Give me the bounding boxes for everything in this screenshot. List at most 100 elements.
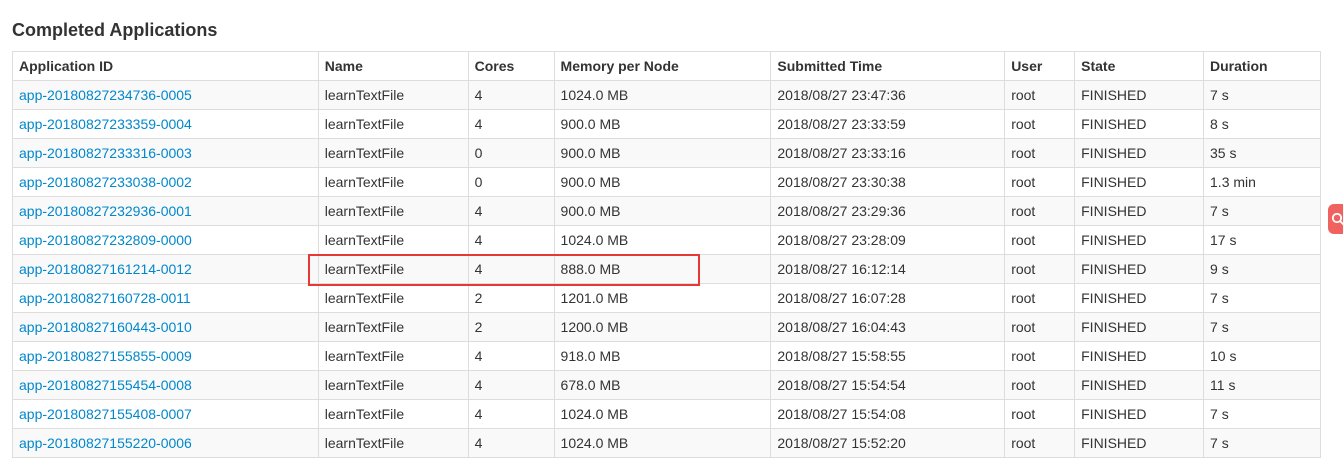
cell-memory: 1200.0 MB	[553, 312, 772, 342]
cell-duration: 7 s	[1203, 428, 1321, 458]
cell-duration: 8 s	[1203, 109, 1321, 139]
cell-duration: 10 s	[1203, 341, 1321, 371]
cell-memory: 900.0 MB	[553, 167, 772, 197]
cell-submitted-time: 2018/08/27 16:04:43	[770, 312, 1006, 342]
cell-name: learnTextFile	[317, 312, 469, 342]
cell-submitted-time: 2018/08/27 23:29:36	[770, 196, 1006, 226]
cell-app-id: app-20180827233316-0003	[12, 138, 319, 168]
cell-memory: 1024.0 MB	[553, 428, 772, 458]
cell-cores: 4	[467, 428, 555, 458]
cell-submitted-time: 2018/08/27 23:33:59	[770, 109, 1006, 139]
side-search-widget[interactable]	[1328, 204, 1343, 234]
completed-applications-table: Application ID Name Cores Memory per Nod…	[12, 51, 1321, 458]
cell-memory: 900.0 MB	[553, 109, 772, 139]
cell-user: root	[1004, 196, 1076, 226]
cell-state: FINISHED	[1074, 109, 1205, 139]
cell-name: learnTextFile	[317, 196, 469, 226]
cell-duration: 11 s	[1203, 370, 1321, 400]
cell-memory: 900.0 MB	[553, 196, 772, 226]
cell-duration: 7 s	[1203, 196, 1321, 226]
cell-submitted-time: 2018/08/27 15:52:20	[770, 428, 1006, 458]
cell-memory: 918.0 MB	[553, 341, 772, 371]
application-id-link[interactable]: app-20180827155220-0006	[19, 435, 192, 451]
cell-duration: 7 s	[1203, 399, 1321, 429]
cell-submitted-time: 2018/08/27 23:47:36	[770, 80, 1006, 110]
cell-state: FINISHED	[1074, 225, 1205, 255]
cell-memory: 1201.0 MB	[553, 283, 772, 313]
application-id-link[interactable]: app-20180827155454-0008	[19, 377, 192, 393]
application-id-link[interactable]: app-20180827232809-0000	[19, 232, 192, 248]
cell-state: FINISHED	[1074, 80, 1205, 110]
header-submitted-time[interactable]: Submitted Time	[770, 51, 1006, 81]
cell-state: FINISHED	[1074, 312, 1205, 342]
header-memory-per-node[interactable]: Memory per Node	[553, 51, 772, 81]
cell-app-id: app-20180827155454-0008	[12, 370, 319, 400]
header-state[interactable]: State	[1074, 51, 1205, 81]
cell-app-id: app-20180827233359-0004	[12, 109, 319, 139]
application-id-link[interactable]: app-20180827160443-0010	[19, 319, 192, 335]
cell-submitted-time: 2018/08/27 16:12:14	[770, 254, 1006, 284]
cell-user: root	[1004, 80, 1076, 110]
cell-state: FINISHED	[1074, 138, 1205, 168]
application-id-link[interactable]: app-20180827233316-0003	[19, 145, 192, 161]
table-row: app-20180827233316-0003 learnTextFile 0 900…	[12, 138, 1321, 168]
table-row: app-20180827234736-0005 learnTextFile 4 102…	[12, 80, 1321, 110]
table-header-row: Application ID Name Cores Memory per Nod…	[12, 51, 1321, 81]
cell-state: FINISHED	[1074, 370, 1205, 400]
application-id-link[interactable]: app-20180827155408-0007	[19, 406, 192, 422]
table-row: app-20180827160443-0010 learnTextFile 2 120…	[12, 312, 1321, 342]
cell-app-id: app-20180827155220-0006	[12, 428, 319, 458]
cell-name: learnTextFile	[317, 225, 469, 255]
cell-user: root	[1004, 254, 1076, 284]
application-id-link[interactable]: app-20180827155855-0009	[19, 348, 192, 364]
cell-name: learnTextFile	[317, 370, 469, 400]
cell-memory: 888.0 MB	[553, 254, 772, 284]
application-id-link[interactable]: app-20180827160728-0011	[19, 290, 191, 306]
header-application-id[interactable]: Application ID	[12, 51, 319, 81]
cell-memory: 1024.0 MB	[553, 399, 772, 429]
cell-user: root	[1004, 225, 1076, 255]
page-title: Completed Applications	[12, 20, 218, 40]
cell-state: FINISHED	[1074, 254, 1205, 284]
application-id-link[interactable]: app-20180827233038-0002	[19, 174, 192, 190]
header-name[interactable]: Name	[317, 51, 469, 81]
header-cores[interactable]: Cores	[467, 51, 555, 81]
cell-user: root	[1004, 109, 1076, 139]
header-user[interactable]: User	[1004, 51, 1076, 81]
table-row: app-20180827155408-0007 learnTextFile 4 102…	[12, 399, 1321, 429]
table-row: app-20180827232809-0000 learnTextFile 4 102…	[12, 225, 1321, 255]
table-row: app-20180827160728-0011 learnTextFile 2 120…	[12, 283, 1321, 313]
cell-cores: 4	[467, 370, 555, 400]
cell-user: root	[1004, 370, 1076, 400]
table-row: app-20180827155454-0008 learnTextFile 4 678…	[12, 370, 1321, 400]
cell-duration: 7 s	[1203, 80, 1321, 110]
cell-name: learnTextFile	[317, 167, 469, 197]
cell-name: learnTextFile	[317, 254, 469, 284]
header-duration[interactable]: Duration	[1203, 51, 1321, 81]
cell-state: FINISHED	[1074, 167, 1205, 197]
cell-cores: 0	[467, 167, 555, 197]
cell-submitted-time: 2018/08/27 23:28:09	[770, 225, 1006, 255]
cell-duration: 7 s	[1203, 312, 1321, 342]
application-id-link[interactable]: app-20180827161214-0012	[19, 261, 192, 277]
cell-submitted-time: 2018/08/27 15:54:08	[770, 399, 1006, 429]
cell-cores: 4	[467, 399, 555, 429]
cell-memory: 1024.0 MB	[553, 225, 772, 255]
application-id-link[interactable]: app-20180827232936-0001	[19, 203, 192, 219]
table-row: app-20180827233038-0002 learnTextFile 0 900…	[12, 167, 1321, 197]
cell-duration: 35 s	[1203, 138, 1321, 168]
cell-user: root	[1004, 399, 1076, 429]
cell-app-id: app-20180827155408-0007	[12, 399, 319, 429]
table-row: app-20180827155855-0009 learnTextFile 4 918…	[12, 341, 1321, 371]
cell-submitted-time: 2018/08/27 23:30:38	[770, 167, 1006, 197]
cell-name: learnTextFile	[317, 109, 469, 139]
cell-state: FINISHED	[1074, 283, 1205, 313]
cell-app-id: app-20180827232936-0001	[12, 196, 319, 226]
application-id-link[interactable]: app-20180827233359-0004	[19, 116, 192, 132]
cell-cores: 4	[467, 225, 555, 255]
application-id-link[interactable]: app-20180827234736-0005	[19, 87, 192, 103]
cell-cores: 4	[467, 196, 555, 226]
cell-state: FINISHED	[1074, 196, 1205, 226]
cell-name: learnTextFile	[317, 138, 469, 168]
cell-submitted-time: 2018/08/27 15:58:55	[770, 341, 1006, 371]
